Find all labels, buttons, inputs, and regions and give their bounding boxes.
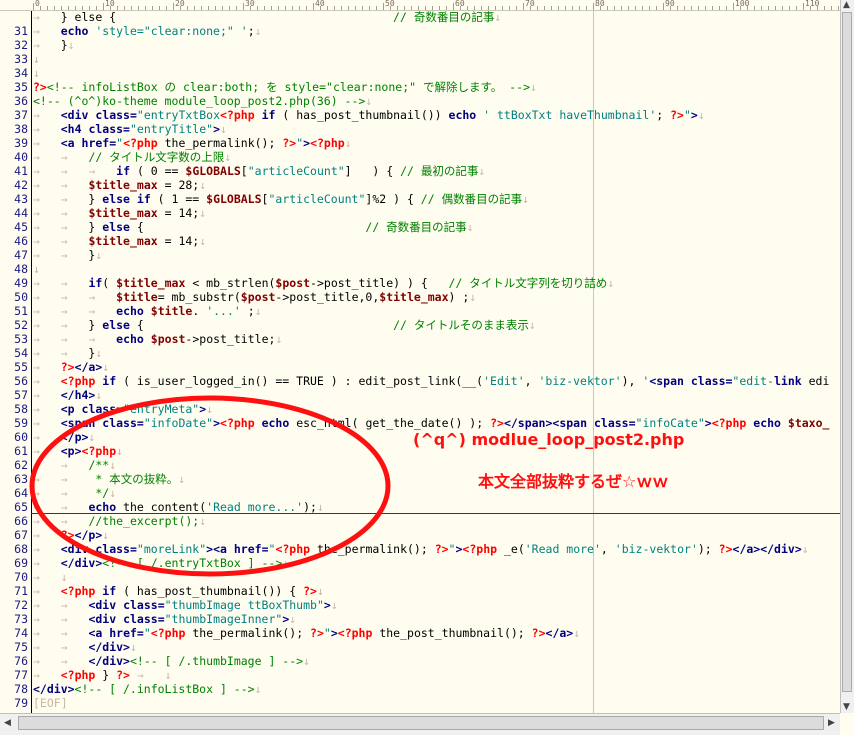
scroll-up-arrow-icon[interactable]: ▲ — [843, 0, 850, 10]
annotation-title: (^q^) modlue_loop_post2.php — [413, 430, 685, 449]
scroll-down-arrow-icon[interactable]: ▼ — [843, 702, 850, 712]
horizontal-scroll-thumb[interactable] — [18, 716, 824, 730]
annotation-ellipse — [29, 395, 391, 577]
scroll-right-arrow-icon[interactable]: ▶ — [828, 718, 835, 728]
vertical-scroll-thumb[interactable] — [842, 12, 852, 692]
scroll-left-arrow-icon[interactable]: ◀ — [4, 718, 11, 728]
annotation-subtitle: 本文全部抜粋するぜ☆ｗｗ — [478, 472, 669, 491]
